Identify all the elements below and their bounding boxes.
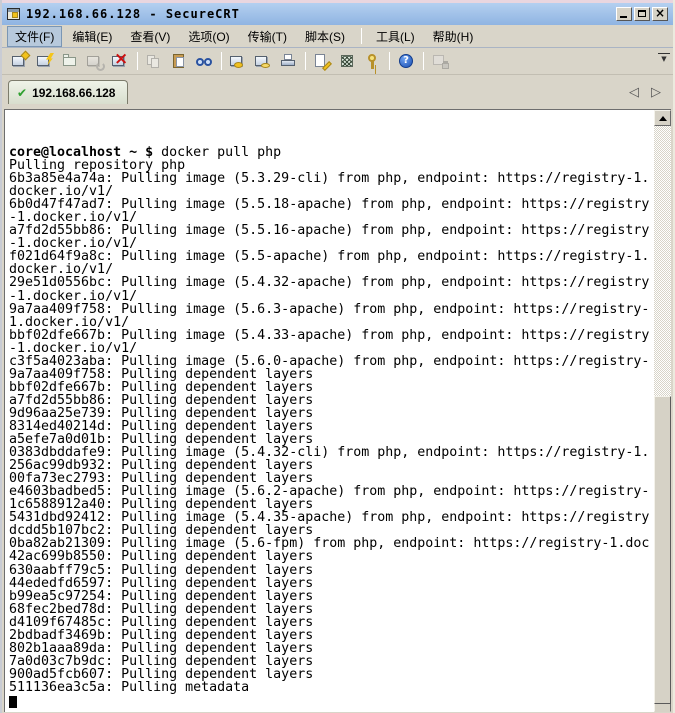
toolbar-overflow-icon[interactable]: ▼: [658, 53, 670, 63]
tab-bar: ✔ 192.168.66.128 ◁ ▷: [2, 75, 673, 106]
scroll-up-button[interactable]: [654, 110, 671, 126]
menu-item-options[interactable]: 选项(O): [180, 26, 237, 47]
terminal-line: -1.docker.io/v1/: [9, 290, 654, 303]
copy-icon: [146, 53, 163, 69]
session-options-button[interactable]: [310, 49, 335, 73]
terminal-line: 802b1aaa89da: Pulling dependent layers: [9, 642, 654, 655]
global-options-button[interactable]: [335, 49, 360, 73]
terminal-cursor: [9, 696, 17, 708]
toolbar: ▼: [2, 48, 673, 75]
connect-in-tab-button[interactable]: [58, 49, 83, 73]
menu-item-script[interactable]: 脚本(S): [297, 26, 353, 47]
quick-connect-button[interactable]: [33, 49, 58, 73]
terminal-line: d4109f67485c: Pulling dependent layers: [9, 616, 654, 629]
disconnect-button[interactable]: [108, 49, 133, 73]
session-tab[interactable]: ✔ 192.168.66.128: [8, 80, 128, 104]
help-icon: [398, 53, 415, 69]
raw-log-button[interactable]: [251, 49, 276, 73]
maximize-icon: [638, 10, 646, 17]
print-button[interactable]: [276, 49, 301, 73]
menu-item-view[interactable]: 查看(V): [122, 26, 178, 47]
terminal-line: 900ad5fcb607: Pulling dependent layers: [9, 668, 654, 681]
log-session-icon: [230, 53, 247, 69]
toolbar-separator: [221, 52, 222, 70]
scroll-down-button[interactable]: [654, 703, 671, 712]
terminal-line: bbf02dfe667b: Pulling image (5.4.33-apac…: [9, 329, 654, 342]
paste-button[interactable]: [167, 49, 192, 73]
menu-item-file[interactable]: 文件(F): [7, 26, 62, 47]
scrollbar-thumb[interactable]: [654, 396, 671, 704]
key-agent-icon: [364, 53, 381, 69]
terminal-line: 7a0d03c7b9dc: Pulling dependent layers: [9, 655, 654, 668]
toolbar-separator: [389, 52, 390, 70]
tab-label: 192.168.66.128: [32, 86, 115, 100]
reconnect-icon: [87, 53, 104, 69]
menu-separator: [361, 28, 362, 44]
scrollbar-track[interactable]: [654, 126, 671, 703]
terminal-output[interactable]: core@localhost ~ $ docker pull phpPullin…: [4, 110, 654, 712]
close-button[interactable]: ×: [652, 7, 668, 21]
terminal-line: 44ededfd6597: Pulling dependent layers: [9, 577, 654, 590]
connected-check-icon: ✔: [17, 86, 27, 100]
window-controls: ×: [616, 7, 670, 21]
menu-bar: 文件(F)编辑(E)查看(V)选项(O)传输(T)脚本(S) 工具(L)帮助(H): [2, 25, 673, 48]
menu-item-transfer[interactable]: 传输(T): [240, 26, 295, 47]
paste-icon: [171, 53, 188, 69]
disconnect-icon: [112, 53, 129, 69]
session-options-icon: [314, 53, 331, 69]
raw-log-icon: [255, 53, 272, 69]
terminal-line: -1.docker.io/v1/: [9, 342, 654, 355]
terminal-line: 29e51d0556bc: Pulling image (5.4.32-apac…: [9, 276, 654, 289]
securecrt-window: 192.168.66.128 - SecureCRT × 文件(F)编辑(E)查…: [0, 0, 675, 713]
global-options-icon: [339, 53, 356, 69]
menu-item-edit[interactable]: 编辑(E): [64, 26, 120, 47]
toolbar-separator: [305, 52, 306, 70]
close-icon: ×: [653, 6, 667, 20]
terminal-line: 42ac699b8550: Pulling dependent layers: [9, 550, 654, 563]
print-icon: [280, 53, 297, 69]
terminal-line: 9a7aa409f758: Pulling dependent layers: [9, 368, 654, 381]
key-agent-button[interactable]: [360, 49, 385, 73]
menu-item-help[interactable]: 帮助(H): [425, 26, 482, 47]
terminal-line: a7fd2d55bb86: Pulling dependent layers: [9, 394, 654, 407]
copy-button[interactable]: [142, 49, 167, 73]
lock-session-icon: [432, 53, 449, 69]
terminal-line: bbf02dfe667b: Pulling dependent layers: [9, 381, 654, 394]
tab-scroll-controls: ◁ ▷: [629, 85, 673, 106]
tab-scroll-right-icon[interactable]: ▷: [651, 85, 661, 100]
terminal-line: 1.docker.io/v1/: [9, 316, 654, 329]
minimize-button[interactable]: [616, 7, 632, 21]
chevron-down-icon: ▼: [658, 53, 670, 63]
toolbar-separator: [137, 52, 138, 70]
quick-connect-icon: [37, 53, 54, 69]
menu-item-tools[interactable]: 工具(L): [368, 26, 423, 47]
lock-session-button[interactable]: [428, 49, 453, 73]
find-icon: [196, 53, 213, 69]
app-icon: [6, 7, 22, 22]
window-title: 192.168.66.128 - SecureCRT: [26, 7, 240, 21]
terminal-line: 511136ea3c5a: Pulling metadata: [9, 681, 654, 694]
terminal-line: 630aabff79c5: Pulling dependent layers: [9, 564, 654, 577]
terminal-line: c3f5a4023aba: Pulling image (5.6.0-apach…: [9, 355, 654, 368]
terminal-area: core@localhost ~ $ docker pull phpPullin…: [4, 109, 671, 712]
terminal-line: 2bdbadf3469b: Pulling dependent layers: [9, 629, 654, 642]
maximize-button[interactable]: [634, 7, 650, 21]
minimize-icon: [620, 16, 627, 18]
reconnect-button[interactable]: [83, 49, 108, 73]
terminal-line: [9, 694, 654, 707]
connect-icon: [12, 53, 29, 69]
connect-in-tab-icon: [62, 53, 79, 69]
help-button[interactable]: [394, 49, 419, 73]
toolbar-separator: [423, 52, 424, 70]
arrow-up-icon: [659, 112, 667, 121]
terminal-line: 68fec2bed78d: Pulling dependent layers: [9, 603, 654, 616]
terminal-line: b99ea5c97254: Pulling dependent layers: [9, 590, 654, 603]
log-session-button[interactable]: [226, 49, 251, 73]
terminal-line: 9a7aa409f758: Pulling image (5.6.3-apach…: [9, 303, 654, 316]
connect-button[interactable]: [8, 49, 33, 73]
tab-scroll-left-icon[interactable]: ◁: [629, 85, 639, 100]
scrollbar: [654, 110, 671, 712]
find-button[interactable]: [192, 49, 217, 73]
title-bar[interactable]: 192.168.66.128 - SecureCRT ×: [2, 3, 673, 25]
